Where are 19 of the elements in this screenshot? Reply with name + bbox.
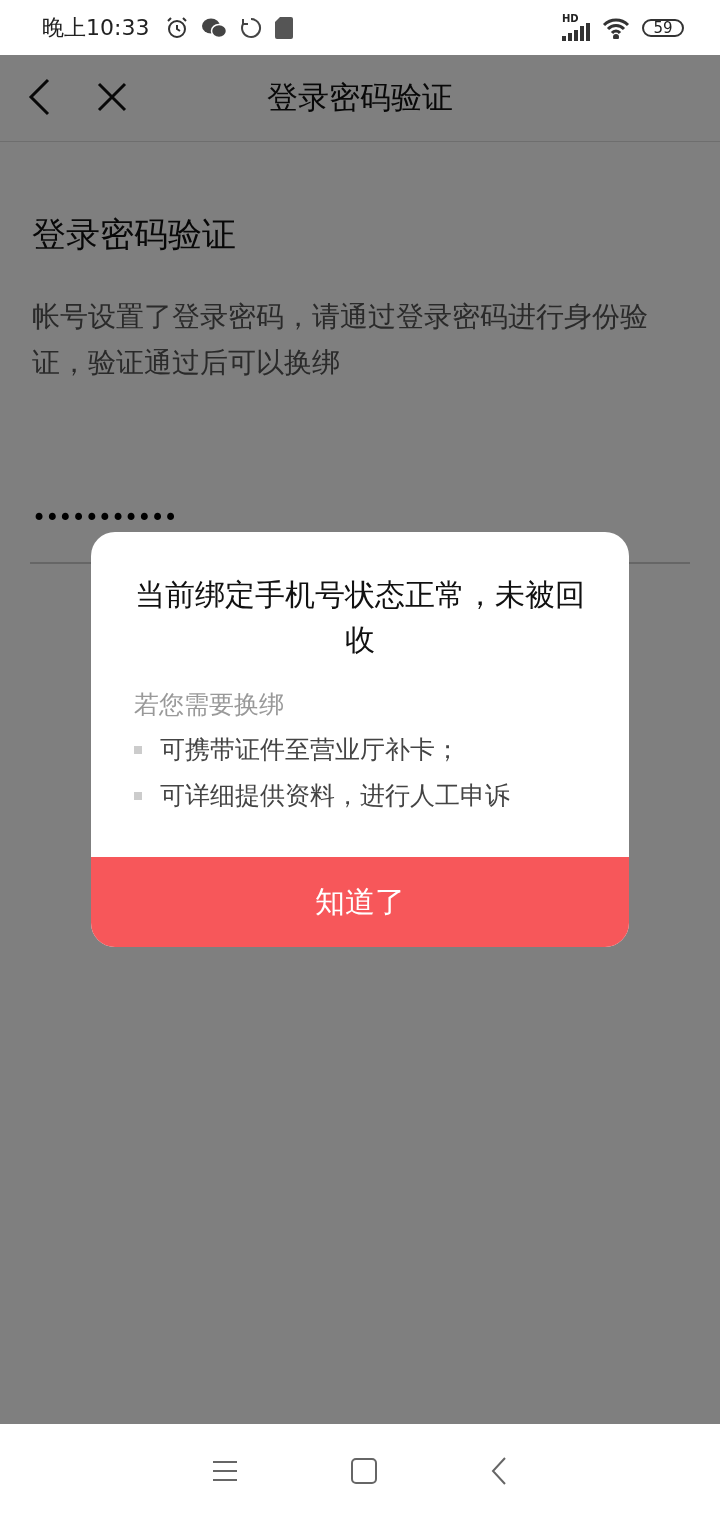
home-button[interactable] <box>351 1457 377 1487</box>
confirm-button[interactable]: 知道了 <box>91 857 629 947</box>
status-time: 晚上10:33 <box>42 13 150 42</box>
dialog-subtitle: 若您需要换绑 <box>133 689 285 721</box>
bullet-icon <box>134 792 142 800</box>
bullet-text: 可详细提供资料，进行人工申诉 <box>160 780 510 812</box>
hd-label: HD <box>562 12 579 24</box>
bullet-text: 可携带证件至营业厅补卡； <box>160 734 460 766</box>
signal-icon <box>562 22 590 41</box>
wifi-icon <box>602 16 630 39</box>
sync-icon <box>239 15 264 40</box>
sd-card-icon <box>275 16 294 39</box>
description-text: 帐号设置了登录密码，请通过登录密码进行身份验证，验证通过后可以换绑 <box>32 299 649 381</box>
page-heading: 登录密码验证 <box>32 213 237 256</box>
chat-icon <box>201 16 228 39</box>
battery-icon: 59 <box>642 18 684 37</box>
header-title: 登录密码验证 <box>267 79 453 115</box>
bullet-icon <box>134 746 142 754</box>
dialog-title: 当前绑定手机号状态正常，未被回收 <box>134 576 586 659</box>
